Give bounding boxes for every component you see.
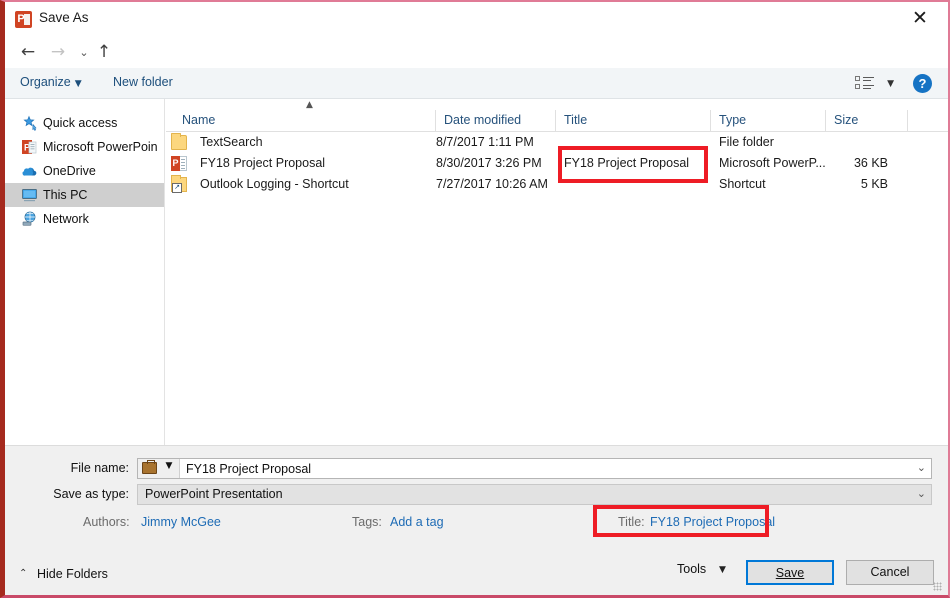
- cell-title: [564, 174, 719, 195]
- title-value[interactable]: FY18 Project Proposal: [650, 515, 775, 529]
- cell-size: 5 KB: [806, 174, 888, 195]
- cancel-button[interactable]: Cancel: [846, 560, 934, 585]
- save-button[interactable]: Save: [746, 560, 834, 585]
- save-as-dialog: P Save As ✕ ← → ⌄ ↑ This PC › Windows (C…: [0, 0, 950, 598]
- column-header-size[interactable]: Size: [826, 110, 908, 131]
- organize-label: Organize: [20, 75, 71, 89]
- network-icon: [21, 211, 38, 227]
- powerpoint-icon: P: [21, 139, 38, 155]
- cell-name: FY18 Project Proposal: [174, 153, 436, 174]
- cell-title: FY18 Project Proposal: [564, 153, 719, 174]
- command-bar: Organize ▼ New folder ▼ ?: [5, 68, 948, 99]
- file-name-input[interactable]: [186, 459, 909, 478]
- authors-label: Authors:: [83, 515, 130, 529]
- save-as-type-select[interactable]: PowerPoint Presentation ⌄: [137, 484, 932, 505]
- resize-grip[interactable]: [933, 582, 942, 591]
- file-name-label: File name:: [5, 461, 129, 475]
- view-layout-icon[interactable]: [855, 76, 875, 91]
- forward-icon: →: [47, 42, 69, 64]
- help-icon[interactable]: ?: [913, 74, 932, 93]
- cell-date-modified: 7/27/2017 10:26 AM: [436, 174, 556, 195]
- sidebar-item-microsoft-powerpoint[interactable]: P Microsoft PowerPoin: [5, 135, 164, 159]
- sidebar-item-label: OneDrive: [43, 164, 96, 178]
- navigation-bar: ← → ⌄ ↑ This PC › Windows (C:) › Users ›…: [5, 36, 948, 68]
- title-bar: P Save As ✕: [5, 2, 948, 36]
- sidebar-item-label: Network: [43, 212, 89, 226]
- chevron-down-icon[interactable]: ▼: [162, 461, 176, 471]
- sort-ascending-icon: ▲: [306, 100, 313, 110]
- title-label: Title:: [618, 515, 645, 529]
- new-folder-button[interactable]: New folder: [113, 75, 173, 89]
- briefcase-icon: [142, 462, 157, 474]
- navigation-pane: Quick access P Microsoft PowerPoin OneDr…: [5, 99, 165, 445]
- monitor-icon: [21, 187, 38, 203]
- recent-locations-icon[interactable]: ⌄: [73, 42, 95, 64]
- column-header-type[interactable]: Type: [711, 110, 826, 131]
- chevron-up-icon[interactable]: ⌃: [19, 568, 27, 579]
- sidebar-item-onedrive[interactable]: OneDrive: [5, 159, 164, 183]
- back-icon[interactable]: ←: [17, 42, 39, 64]
- hide-folders-button[interactable]: Hide Folders: [37, 567, 108, 581]
- file-rows: TextSearch 8/7/2017 1:11 PM File folder …: [166, 132, 948, 195]
- cell-name: Outlook Logging - Shortcut: [174, 174, 436, 195]
- tags-label: Tags:: [352, 515, 382, 529]
- cloud-icon: [21, 163, 38, 179]
- save-as-type-label: Save as type:: [5, 487, 129, 501]
- column-header-date-modified[interactable]: Date modified: [436, 110, 556, 131]
- view-chevron-down-icon[interactable]: ▼: [887, 79, 894, 89]
- tools-button[interactable]: Tools: [677, 562, 706, 576]
- column-header-row: Name Date modified Title Type Size: [166, 110, 948, 132]
- cell-size: 36 KB: [806, 153, 888, 174]
- table-row[interactable]: FY18 Project Proposal 8/30/2017 3:26 PM …: [166, 153, 948, 174]
- column-header-name[interactable]: Name: [174, 110, 436, 131]
- chevron-down-icon[interactable]: ⌄: [917, 487, 926, 500]
- cell-date-modified: 8/30/2017 3:26 PM: [436, 153, 556, 174]
- window-title: Save As: [39, 10, 89, 25]
- cell-date-modified: 8/7/2017 1:11 PM: [436, 132, 556, 153]
- save-as-type-value: PowerPoint Presentation: [145, 485, 283, 504]
- organize-button[interactable]: Organize ▼: [20, 75, 82, 89]
- cell-title: [556, 132, 711, 153]
- column-header-title[interactable]: Title: [556, 110, 711, 131]
- cell-size: [806, 132, 888, 153]
- table-row[interactable]: TextSearch 8/7/2017 1:11 PM File folder: [166, 132, 948, 153]
- close-icon[interactable]: ✕: [898, 4, 942, 33]
- save-button-label: Save: [776, 566, 805, 580]
- file-list-pane: ▲ Name Date modified Title Type Size Tex…: [166, 99, 948, 445]
- sidebar-item-label: Quick access: [43, 116, 117, 130]
- sidebar-item-quick-access[interactable]: Quick access: [5, 111, 164, 135]
- tags-add-link[interactable]: Add a tag: [390, 515, 444, 529]
- file-type-prefix[interactable]: ▼: [138, 459, 180, 478]
- file-name-combo[interactable]: ▼ ⌄: [137, 458, 932, 479]
- chevron-down-icon[interactable]: ⌄: [917, 461, 926, 474]
- sidebar-item-label: Microsoft PowerPoin: [43, 140, 158, 154]
- chevron-down-icon: ▼: [75, 79, 82, 89]
- up-icon[interactable]: ↑: [93, 42, 115, 64]
- sidebar-item-this-pc[interactable]: This PC: [5, 183, 164, 207]
- star-icon: [21, 115, 38, 131]
- authors-value[interactable]: Jimmy McGee: [141, 515, 221, 529]
- chevron-down-icon[interactable]: ▼: [719, 565, 726, 575]
- table-row[interactable]: Outlook Logging - Shortcut 7/27/2017 10:…: [166, 174, 948, 195]
- cell-name: TextSearch: [174, 132, 436, 153]
- powerpoint-icon: P: [15, 11, 32, 28]
- sidebar-item-label: This PC: [43, 188, 87, 202]
- sidebar-item-network[interactable]: Network: [5, 207, 164, 231]
